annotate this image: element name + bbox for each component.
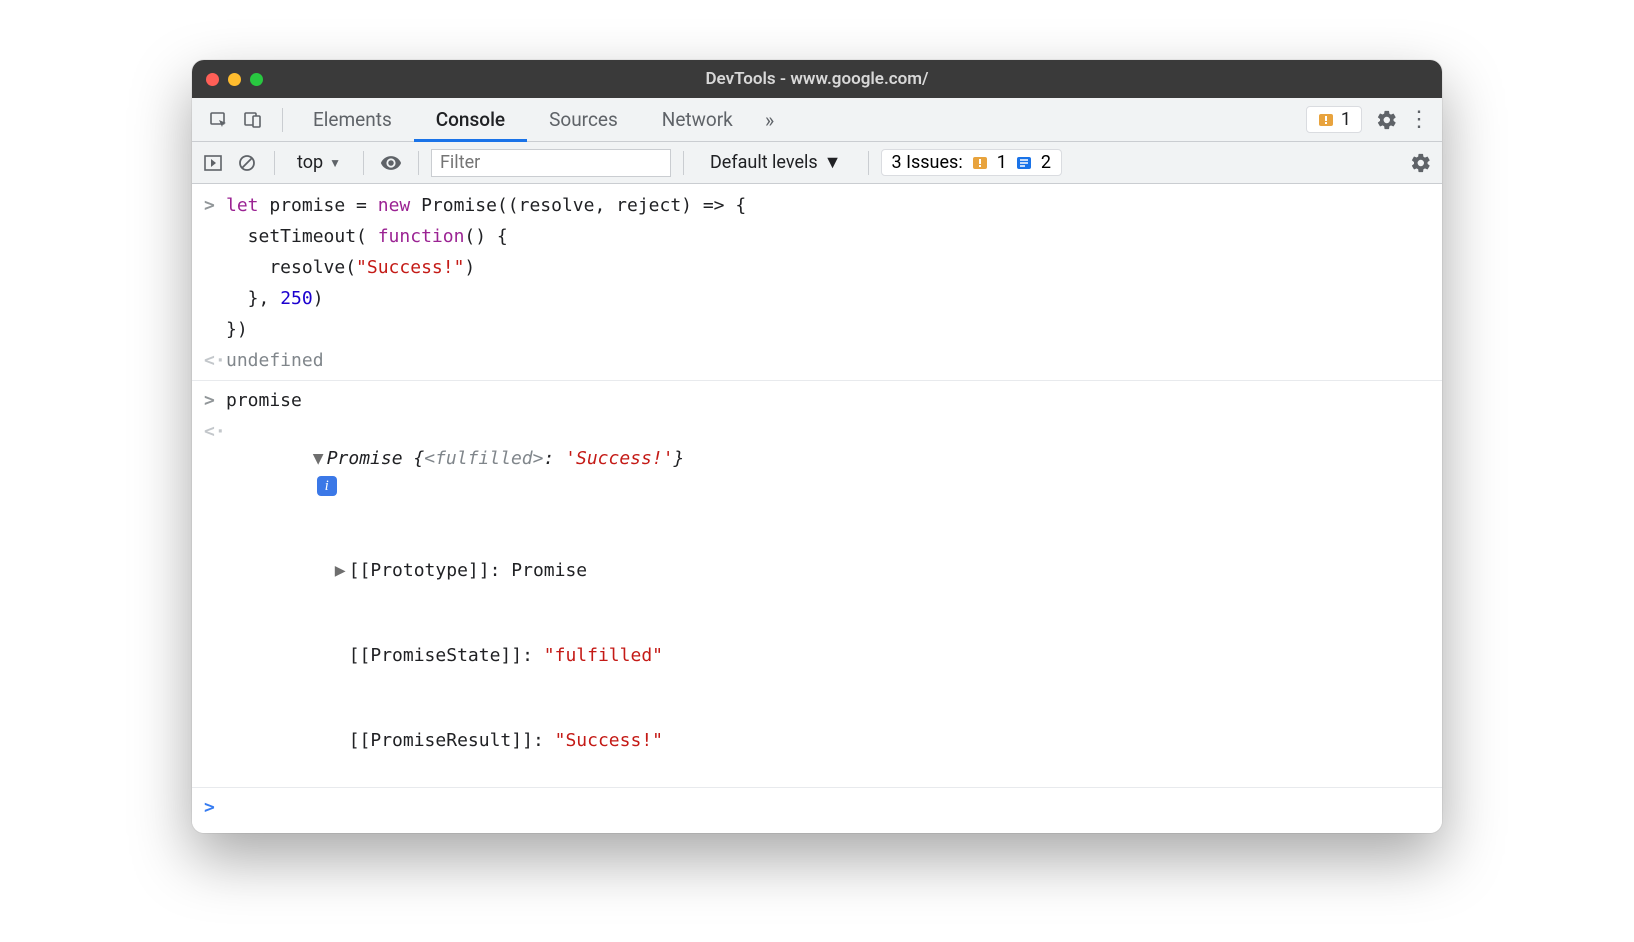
filter-input[interactable] — [431, 149, 671, 177]
divider — [418, 151, 419, 175]
device-toolbar-icon[interactable] — [238, 105, 268, 135]
code-line: setTimeout( function() { — [226, 223, 508, 250]
object-summary[interactable]: ▼Promise {<fulfilled>: 'Success!'} i — [226, 418, 684, 526]
maximize-window-button[interactable] — [250, 73, 263, 86]
console-input-row: > let promise = new Promise((resolve, re… — [192, 190, 1442, 221]
devtools-window: DevTools - www.google.com/ Elements Cons… — [192, 60, 1442, 833]
window-title: DevTools - www.google.com/ — [192, 69, 1442, 89]
console-result-row: <· ▼Promise {<fulfilled>: 'Success!'} i — [192, 416, 1442, 528]
object-property: [[PromiseResult]]: "Success!" — [226, 700, 663, 781]
issues-button[interactable]: 3 Issues: 1 2 — [881, 149, 1062, 176]
console-input-row: resolve("Success!") — [192, 252, 1442, 283]
output-chevron-icon: <· — [204, 347, 226, 374]
console-toolbar: top ▼ Default levels ▼ 3 Issues: 1 2 — [192, 142, 1442, 184]
close-window-button[interactable] — [206, 73, 219, 86]
console-input-row: > promise — [192, 385, 1442, 416]
input-chevron-icon: > — [204, 387, 226, 414]
expand-toggle-icon[interactable]: ▶ — [335, 557, 349, 584]
tab-console[interactable]: Console — [414, 98, 527, 142]
divider — [363, 151, 364, 175]
live-expression-icon[interactable] — [376, 148, 406, 178]
object-property-row: ▶[[Prototype]]: Promise — [192, 528, 1442, 613]
warning-icon — [1317, 111, 1335, 129]
row-separator — [192, 787, 1442, 788]
divider — [282, 108, 283, 132]
object-property-row: [[PromiseResult]]: "Success!" — [192, 698, 1442, 783]
code-line: }, 250) — [226, 285, 324, 312]
code-line: resolve("Success!") — [226, 254, 475, 281]
object-property[interactable]: ▶[[Prototype]]: Promise — [226, 530, 587, 611]
issues-label: 3 Issues: — [892, 152, 963, 173]
prompt-chevron-icon: > — [204, 794, 226, 821]
code-line: }) — [226, 316, 248, 343]
traffic-lights — [206, 73, 263, 86]
chevron-down-icon: ▼ — [824, 152, 842, 173]
console-prompt-row[interactable]: > — [192, 792, 1442, 823]
levels-label: Default levels — [710, 152, 818, 173]
minimize-window-button[interactable] — [228, 73, 241, 86]
warning-icon — [971, 154, 989, 172]
info-icon — [1015, 154, 1033, 172]
tab-elements[interactable]: Elements — [291, 98, 414, 142]
object-property: [[PromiseState]]: "fulfilled" — [226, 615, 663, 696]
console-result-row: <· undefined — [192, 345, 1442, 376]
log-levels-selector[interactable]: Default levels ▼ — [696, 152, 856, 173]
titlebar: DevTools - www.google.com/ — [192, 60, 1442, 98]
output-chevron-icon: <· — [204, 418, 226, 526]
context-selector[interactable]: top ▼ — [287, 150, 351, 175]
settings-icon[interactable] — [1372, 105, 1402, 135]
main-tabbar: Elements Console Sources Network » 1 ⋮ — [192, 98, 1442, 142]
tab-network[interactable]: Network — [640, 98, 755, 142]
context-label: top — [297, 152, 323, 173]
tab-sources[interactable]: Sources — [527, 98, 640, 142]
warnings-badge[interactable]: 1 — [1306, 106, 1362, 133]
code-line: let promise = new Promise((resolve, reje… — [226, 192, 746, 219]
divider — [683, 151, 684, 175]
chevron-down-icon: ▼ — [329, 156, 341, 170]
expand-toggle-icon[interactable]: ▼ — [313, 445, 327, 472]
issue-info-count: 2 — [1041, 152, 1051, 173]
console-input-row: setTimeout( function() { — [192, 221, 1442, 252]
issue-warn-count: 1 — [997, 152, 1007, 173]
divider — [274, 151, 275, 175]
info-icon[interactable]: i — [317, 476, 337, 496]
object-property-row: [[PromiseState]]: "fulfilled" — [192, 613, 1442, 698]
console-input-row: }, 250) — [192, 283, 1442, 314]
clear-console-icon[interactable] — [232, 148, 262, 178]
console-output[interactable]: > let promise = new Promise((resolve, re… — [192, 184, 1442, 833]
inspect-element-icon[interactable] — [204, 105, 234, 135]
divider — [868, 151, 869, 175]
console-input-row: }) — [192, 314, 1442, 345]
console-settings-icon[interactable] — [1406, 148, 1436, 178]
code-line: promise — [226, 387, 302, 414]
more-menu-icon[interactable]: ⋮ — [1402, 107, 1436, 132]
result-undefined: undefined — [226, 347, 324, 374]
row-separator — [192, 380, 1442, 381]
input-chevron-icon: > — [204, 192, 226, 219]
warnings-count: 1 — [1341, 109, 1351, 130]
toggle-sidebar-icon[interactable] — [198, 148, 228, 178]
tabs-overflow-button[interactable]: » — [755, 108, 784, 132]
